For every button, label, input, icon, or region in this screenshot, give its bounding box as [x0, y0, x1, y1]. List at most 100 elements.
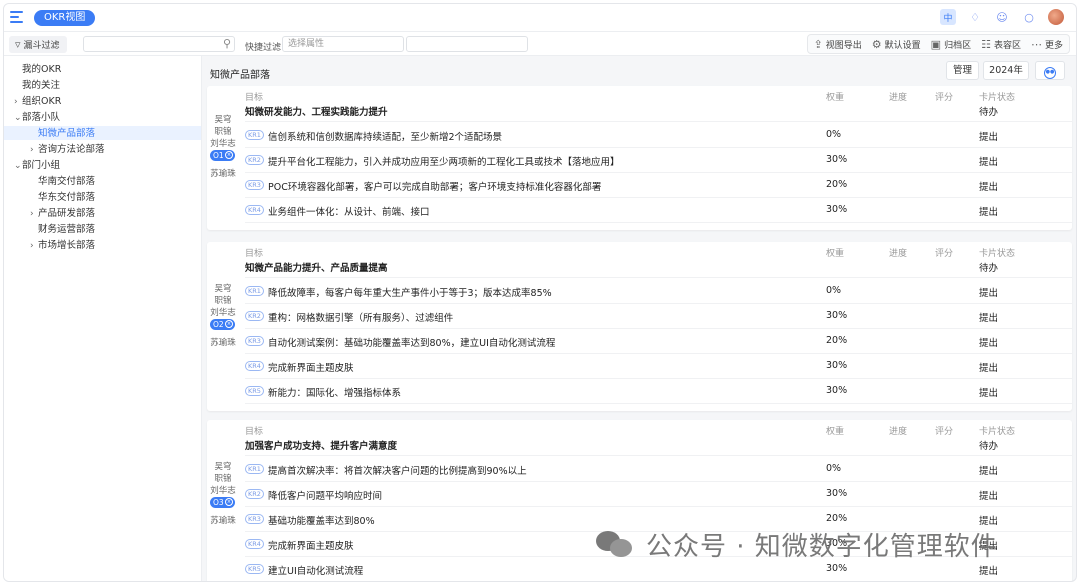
language-icon[interactable]: 中 [940, 9, 956, 25]
kr-badge: KR2 [245, 311, 264, 321]
kr-row[interactable]: KR4 业务组件一体化：从设计、前端、接口 30% 提出 [245, 198, 1072, 223]
kr-row[interactable]: KR3 POC环境容器化部署，客户可以完成自助部署；客户环境支持标准化容器化部署 2… [245, 173, 1072, 198]
sidebar-item-label: 华东交付部落 [38, 192, 96, 203]
objective-row[interactable]: 加强客户成功支持、提升客户满意度 待办 [245, 434, 1072, 456]
main-header: 知微产品部落 管理 2024年 ●● [203, 56, 1076, 85]
kr-weight: 0% [826, 285, 842, 296]
toolbar: ⇪ 视图导出 ⚙ 默认设置 ▣ 归档区 ☷ 表容区 ⋯ 更多 [806, 34, 1070, 54]
owner-name: 刘华志 [210, 485, 236, 496]
chevron-right-icon[interactable]: › [30, 207, 38, 221]
kr-row[interactable]: KR5 新能力：国际化、增强指标体系 30% 提出 [245, 379, 1072, 404]
kr-row[interactable]: KR1 降低故障率，每客户每年重大生产事件小于等于3；版本达成率85% 0% 提出 [245, 279, 1072, 304]
attribute-value-input[interactable] [406, 36, 528, 52]
kr-row[interactable]: KR2 重构：网格数据引擎（所有服务）、过滤组件 30% 提出 [245, 304, 1072, 329]
chevron-right-icon[interactable]: › [14, 95, 22, 109]
close-icon[interactable]: × [225, 319, 233, 328]
funnel-filter-button[interactable]: ▿ 漏斗过滤 [9, 36, 67, 53]
objective-badge-label: O3 [213, 497, 224, 507]
objective-row[interactable]: 知微产品能力提升、产品质量提高 待办 [245, 256, 1072, 278]
sidebar-item-label: 产品研发部落 [38, 208, 96, 219]
kr-row[interactable]: KR1 提高首次解决率：将首次解决客户问题的比例提高到90%以上 0% 提出 [245, 457, 1072, 482]
owner-name: 职锦 [214, 295, 232, 306]
search-icon[interactable]: ⚲ [223, 37, 231, 50]
quick-filter-label: 快捷过滤 [245, 43, 282, 53]
okr-view-button[interactable]: OKR视图 [34, 10, 96, 26]
view-toggle-button[interactable]: ●● [1035, 61, 1065, 80]
owner-name: 吴穹 [214, 461, 232, 472]
sidebar-item-7[interactable]: 华南交付部落 [38, 175, 95, 189]
kr-weight: 0% [826, 129, 842, 140]
close-icon[interactable]: × [225, 151, 233, 159]
objective-badge[interactable]: O2 × [210, 318, 235, 330]
tree-selection-highlight [4, 126, 201, 140]
kr-badge: KR1 [245, 130, 264, 140]
menu-icon[interactable] [10, 11, 23, 23]
kr-text: 提升平台化工程能力，引入并成功应用至少两项新的工程化工具或技术【落地应用】 [268, 157, 620, 168]
kr-badge: KR3 [245, 336, 264, 346]
objective-badge[interactable]: O1 × [210, 150, 235, 161]
kr-text: 降低客户问题平均响应时间 [268, 491, 383, 502]
kr-status: 提出 [979, 313, 999, 324]
kr-status: 提出 [979, 466, 999, 477]
chevron-down-icon[interactable]: ⌄ [14, 111, 22, 125]
objective-card: 吴穹 职锦 刘华志 O1 × 苏瑜珠 目标 权重 进度 评分 卡片状态 知微研发能力、工程实践能力提升… [207, 86, 1072, 230]
toolbar-more-button[interactable]: ⋯ 更多 [1031, 38, 1063, 51]
kr-row[interactable]: KR2 提升平台化工程能力，引入并成功应用至少两项新的工程化工具或技术【落地应用】… [245, 148, 1072, 173]
objective-title: 知微研发能力、工程实践能力提升 [245, 107, 388, 118]
kr-row[interactable]: KR2 降低客户问题平均响应时间 30% 提出 [245, 482, 1072, 507]
sidebar-item-11[interactable]: › 市场增长部落 [30, 239, 95, 253]
bell-icon[interactable]: ♢ [967, 9, 983, 25]
manage-button[interactable]: 管理 [946, 61, 979, 80]
chevron-right-icon[interactable]: › [30, 239, 38, 253]
grid-view-icon: ●● [1044, 67, 1056, 79]
sidebar-item-2[interactable]: › 组织OKR [14, 95, 61, 109]
user-icon[interactable]: ☺ [994, 9, 1010, 25]
year-select[interactable]: 2024年 [983, 61, 1029, 80]
sidebar-item-label: 财务运营部落 [38, 224, 96, 235]
kr-text: 业务组件一体化：从设计、前端、接口 [268, 207, 430, 218]
toolbar-export-button[interactable]: ⇪ 视图导出 [814, 38, 862, 51]
objective-row[interactable]: 知微研发能力、工程实践能力提升 待办 [245, 100, 1072, 122]
close-icon[interactable]: × [225, 497, 233, 506]
kr-text: 基础功能覆盖率达到80% [268, 516, 375, 527]
kr-row[interactable]: KR3 自动化测试案例：基础功能覆盖率达到80%，建立UI自动化测试流程 20% 提出 [245, 329, 1072, 354]
kr-row[interactable]: KR4 完成新界面主题皮肤 30% 提出 [245, 354, 1072, 379]
kr-row[interactable]: KR1 信创系统和信创数据库持续适配，至少新增2个适配场景 0% 提出 [245, 123, 1072, 148]
toolbar-archive-button[interactable]: ▣ 归档区 [931, 38, 971, 51]
sidebar-item-label: 知微产品部落 [38, 128, 96, 139]
chat-icon[interactable]: ○ [1021, 9, 1037, 25]
sidebar-item-0[interactable]: 我的OKR [22, 63, 61, 77]
owner-name: 职锦 [214, 127, 232, 137]
search-input[interactable]: ⚲ [83, 36, 235, 52]
chevron-down-icon[interactable]: ⌄ [14, 159, 22, 173]
sidebar-item-9[interactable]: › 产品研发部落 [30, 207, 95, 221]
kr-weight: 30% [826, 154, 848, 165]
page-title: 知微产品部落 [210, 70, 270, 81]
objective-badge[interactable]: O3 × [210, 496, 235, 508]
chevron-right-icon[interactable]: › [30, 143, 38, 157]
sidebar-item-1[interactable]: 我的关注 [22, 79, 60, 93]
kr-badge: KR3 [245, 180, 264, 190]
attribute-select[interactable]: 选择属性 [282, 36, 404, 52]
toolbar-table-button[interactable]: ☷ 表容区 [981, 38, 1021, 51]
kr-status: 提出 [979, 207, 999, 218]
top-bar: OKR视图 中 ♢ ☺ ○ [4, 4, 1076, 32]
toolbar-label: 归档区 [944, 40, 972, 51]
sidebar-item-8[interactable]: 华东交付部落 [38, 191, 95, 205]
sidebar-item-3[interactable]: ⌄部落小队 [14, 111, 60, 125]
funnel-filter-label: 漏斗过滤 [23, 41, 60, 51]
funnel-icon: ▿ [15, 38, 21, 51]
avatar[interactable] [1048, 9, 1064, 25]
sidebar-item-6[interactable]: ⌄部门小组 [14, 159, 60, 173]
toolbar-gear-button[interactable]: ⚙ 默认设置 [872, 38, 921, 51]
objective-status: 待办 [979, 107, 999, 118]
watermark: 公众号 · 知微数字化管理软件 [596, 526, 998, 562]
sidebar-item-4[interactable]: 知微产品部落 [38, 127, 95, 141]
more-icon: ⋯ [1030, 37, 1042, 51]
owner-column: 吴穹 职锦 刘华志 O3 × 苏瑜珠 [207, 420, 239, 581]
toolbar-label: 默认设置 [884, 40, 921, 51]
kr-badge: KR1 [245, 464, 264, 474]
kr-badge: KR2 [245, 155, 264, 165]
sidebar-item-10[interactable]: 财务运营部落 [38, 223, 95, 237]
sidebar-item-5[interactable]: › 咨询方法论部落 [30, 143, 105, 157]
